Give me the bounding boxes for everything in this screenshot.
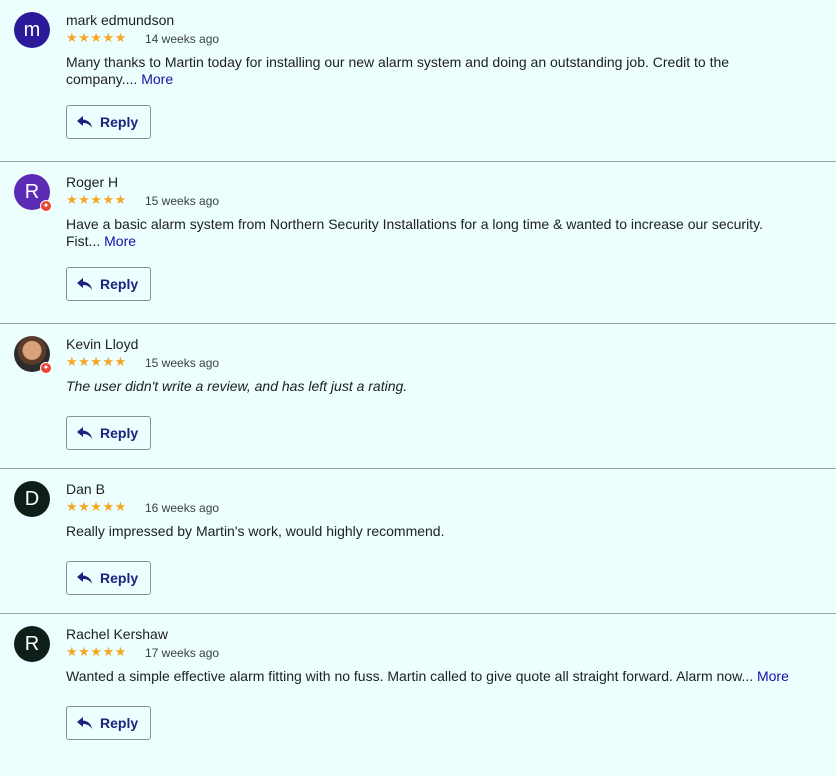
reply-button[interactable]: Reply <box>66 561 151 595</box>
reply-button[interactable]: Reply <box>66 416 151 450</box>
reply-label: Reply <box>100 114 139 130</box>
review-list: m mark edmundson ★★★★★ 14 weeks ago Many… <box>0 0 836 776</box>
more-link[interactable]: More <box>141 71 173 87</box>
review-item: m mark edmundson ★★★★★ 14 weeks ago Many… <box>0 0 836 162</box>
reply-icon <box>77 571 92 584</box>
star-rating: ★★★★★ <box>66 354 127 369</box>
star-rating: ★★★★★ <box>66 30 127 45</box>
avatar[interactable]: R <box>14 626 50 662</box>
review-item: R ✦ Roger H ★★★★★ 15 weeks ago Have a ba… <box>0 162 836 324</box>
reply-button[interactable]: Reply <box>66 706 151 740</box>
reply-icon <box>77 277 92 290</box>
review-text: Really impressed by Martin's work, would… <box>66 523 786 540</box>
local-guide-badge-icon: ✦ <box>40 200 52 212</box>
avatar-letter: R <box>24 181 40 203</box>
more-link[interactable]: More <box>757 668 789 684</box>
reviewer-name[interactable]: Dan B <box>66 481 105 497</box>
star-rating: ★★★★★ <box>66 192 127 207</box>
review-text: The user didn't write a review, and has … <box>66 378 786 395</box>
avatar-letter: R <box>24 633 40 655</box>
reply-label: Reply <box>100 425 139 441</box>
local-guide-badge-icon: ✦ <box>40 362 52 374</box>
review-text: Many thanks to Martin today for installi… <box>66 54 786 88</box>
avatar[interactable]: m <box>14 12 50 48</box>
review-text-body: Really impressed by Martin's work, would… <box>66 523 445 539</box>
avatar[interactable]: ✦ <box>14 336 52 374</box>
review-time: 16 weeks ago <box>145 501 220 515</box>
reply-icon <box>77 716 92 729</box>
reviewer-name[interactable]: Rachel Kershaw <box>66 626 168 642</box>
reply-button[interactable]: Reply <box>66 267 151 301</box>
star-rating: ★★★★★ <box>66 499 127 514</box>
reply-icon <box>77 115 92 128</box>
review-item: D Dan B ★★★★★ 16 weeks ago Really impres… <box>0 469 836 614</box>
review-text: Wanted a simple effective alarm fitting … <box>66 668 826 685</box>
review-text-body: The user didn't write a review, and has … <box>66 378 408 394</box>
review-time: 15 weeks ago <box>145 194 220 208</box>
reviewer-name[interactable]: mark edmundson <box>66 12 174 28</box>
review-time: 15 weeks ago <box>145 356 220 370</box>
review-text: Have a basic alarm system from Northern … <box>66 216 786 250</box>
review-time: 17 weeks ago <box>145 646 220 660</box>
reply-label: Reply <box>100 276 139 292</box>
review-item: R Rachel Kershaw ★★★★★ 17 weeks ago Want… <box>0 614 836 776</box>
reply-label: Reply <box>100 570 139 586</box>
avatar-letter: D <box>24 488 40 510</box>
avatar[interactable]: R ✦ <box>14 174 52 212</box>
reviewer-name[interactable]: Roger H <box>66 174 118 190</box>
review-text-body: Wanted a simple effective alarm fitting … <box>66 668 754 684</box>
reviewer-name[interactable]: Kevin Lloyd <box>66 336 138 352</box>
reply-button[interactable]: Reply <box>66 105 151 139</box>
avatar[interactable]: D <box>14 481 50 517</box>
review-item: ✦ Kevin Lloyd ★★★★★ 15 weeks ago The use… <box>0 324 836 469</box>
reply-label: Reply <box>100 715 139 731</box>
star-rating: ★★★★★ <box>66 644 127 659</box>
review-text-body: Have a basic alarm system from Northern … <box>66 216 763 249</box>
more-link[interactable]: More <box>104 233 136 249</box>
reply-icon <box>77 426 92 439</box>
avatar-letter: m <box>23 19 41 41</box>
review-time: 14 weeks ago <box>145 32 220 46</box>
